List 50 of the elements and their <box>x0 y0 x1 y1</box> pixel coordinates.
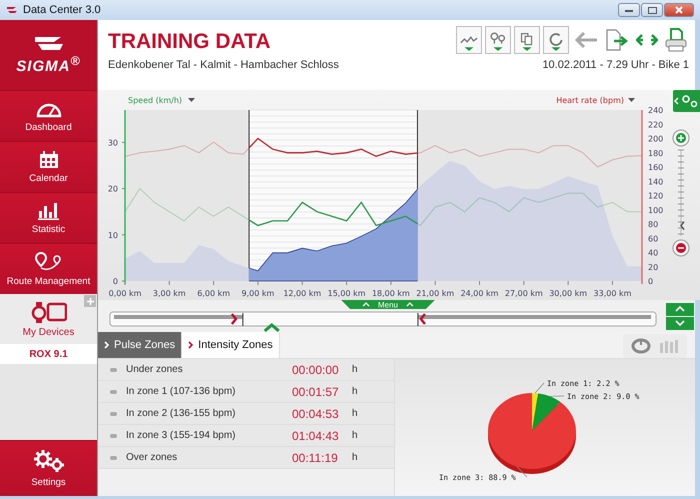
logo-text: SIGMA$^{®}$ <box>16 54 81 75</box>
x-tick-label: 24,00 km <box>460 289 498 298</box>
x-tick-label: 12,00 km <box>283 289 322 298</box>
x-tick-label: 18,00 km <box>372 289 410 298</box>
y-tick-label: 10 <box>108 230 118 240</box>
y-tick-label: 160 <box>648 163 664 172</box>
x-tick-label: 30,00 km <box>549 289 588 298</box>
y-tick-label: 0 <box>648 277 654 286</box>
x-tick-label: 33,00 km <box>594 289 632 298</box>
zone-unit: h <box>352 452 358 463</box>
x-tick-label: 15,00 km <box>328 289 366 298</box>
x-tick-label: 3,00 km <box>152 289 186 298</box>
zone-unit: h <box>352 386 358 397</box>
y-tick-label: 240 <box>648 106 664 115</box>
x-tick-label: 9,00 km <box>242 289 274 298</box>
y-tick-label: 220 <box>648 120 664 130</box>
route-name: Edenkobener Tal - Kalmit - Hambacher Schloss <box>108 59 339 71</box>
zone-label: In zone 2 (136-155 bpm) <box>126 408 237 419</box>
zone-unit: h <box>352 408 358 419</box>
x-tick-label: 6,00 km <box>197 289 230 298</box>
y-tick-label: 0 <box>112 277 118 286</box>
zone-time: 01:04:43 <box>292 428 340 442</box>
zone-label: In zone 1 (107-136 bpm) <box>126 386 237 397</box>
x-tick-label: 27,00 km <box>504 289 543 298</box>
y-tick-label: 40 <box>648 248 658 258</box>
y-tick-label: 20 <box>108 184 118 194</box>
y-tick-label: 120 <box>648 192 664 200</box>
zone-time: 00:11:19 <box>292 450 339 464</box>
page-title: TRAINING DATA <box>108 30 271 54</box>
y-tick-label: 30 <box>108 138 118 148</box>
y-tick-label: 20 <box>648 262 658 272</box>
training-date: 10.02.2011 - 7.29 Uhr - Bike 1 <box>542 59 689 71</box>
zone-time: 00:01:57 <box>292 384 340 398</box>
zone-label: Under zones <box>126 364 184 375</box>
x-tick-label: 21,00 km <box>416 289 454 298</box>
y-tick-label: 80 <box>648 220 658 229</box>
y-tick-label: 180 <box>648 148 664 158</box>
window-title: Data Center 3.0 <box>23 4 101 16</box>
zone-label: In zone 3 (155-194 bpm) <box>126 430 237 441</box>
zone-label: Over zones <box>126 452 178 463</box>
y-tick-label: 100 <box>648 206 664 215</box>
x-tick-label: 0,00 km <box>108 289 142 298</box>
zone-unit: h <box>352 430 358 441</box>
y-tick-label: 140 <box>648 177 664 186</box>
zone-unit: h <box>352 364 358 375</box>
zone-time: 00:00:00 <box>292 362 340 376</box>
y-tick-label: 60 <box>648 234 658 244</box>
devices-heading: My Devices <box>22 326 74 338</box>
zone-time: 00:04:53 <box>292 406 340 420</box>
y-tick-label: 200 <box>648 134 664 144</box>
